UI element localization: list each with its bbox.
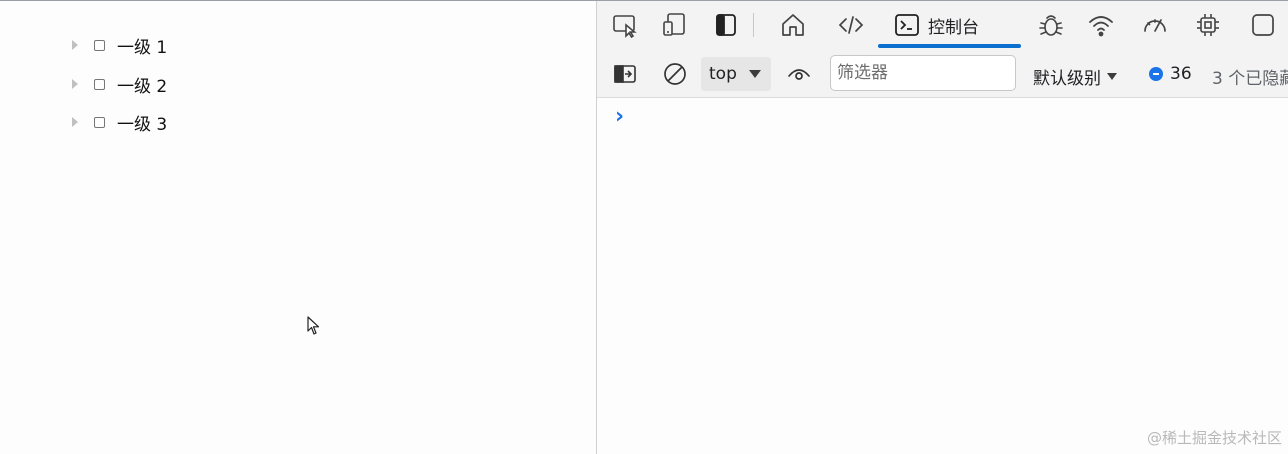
tree-node-2[interactable]: 一级 2 [72,72,168,97]
context-selector[interactable]: top [701,57,771,91]
device-toolbar-icon[interactable] [661,11,689,39]
active-tab-indicator [878,44,1021,48]
tree-node-label: 一级 1 [117,37,168,58]
watermark: @稀土掘金技术社区 [1146,429,1282,447]
inspect-element-icon[interactable] [611,11,639,39]
tree-node-1[interactable]: 一级 1 [72,33,168,58]
home-icon[interactable] [779,11,807,39]
tree-node-label: 一级 2 [117,76,168,97]
hidden-messages-count[interactable]: 3 个已隐藏 [1212,64,1288,89]
toolbar-separator [753,13,754,37]
filter-input[interactable] [830,55,1016,91]
dropdown-caret-icon [1107,73,1117,80]
sidebar-toggle-icon[interactable] [712,11,740,39]
devtools-panel: 控制台 top 筛选器 默认级别 36 3 个已隐藏 › [596,1,1288,454]
application-icon[interactable] [1249,11,1277,39]
message-icon [1149,67,1163,81]
console-prompt-chevron-icon[interactable]: › [615,106,624,128]
message-count-badge[interactable]: 36 [1149,64,1192,84]
devtools-tab-bar: 控制台 [597,1,1288,49]
expand-arrow-icon[interactable] [72,40,78,50]
tab-console[interactable]: 控制台 [878,1,1021,49]
message-count: 36 [1170,64,1192,84]
performance-icon[interactable] [1141,11,1169,39]
live-expression-eye-icon[interactable] [786,61,812,87]
console-toolbar: top 默认级别 36 3 个已隐藏 [597,49,1288,98]
clear-console-icon[interactable] [662,61,688,87]
tab-console-label: 控制台 [928,17,979,38]
context-selector-value: top [709,64,737,84]
memory-chip-icon[interactable] [1194,11,1222,39]
console-icon [895,14,919,36]
show-sidebar-icon[interactable] [612,61,638,87]
expand-arrow-icon[interactable] [72,117,78,127]
expand-arrow-icon[interactable] [72,79,78,89]
tree-node-3[interactable]: 一级 3 [72,110,168,135]
dropdown-caret-icon [749,70,761,78]
mouse-cursor-icon [307,316,320,335]
tree-checkbox[interactable] [94,39,105,51]
elements-icon[interactable] [837,11,865,39]
bug-icon[interactable] [1037,11,1065,39]
tree-node-label: 一级 3 [117,114,168,135]
log-levels-dropdown[interactable]: 默认级别 [1033,64,1117,89]
tree-checkbox[interactable] [94,78,105,90]
log-levels-label: 默认级别 [1033,69,1101,89]
web-page: 一级 1 一级 2 一级 3 [0,1,596,454]
network-icon[interactable] [1087,11,1115,39]
tree-checkbox[interactable] [94,116,105,128]
